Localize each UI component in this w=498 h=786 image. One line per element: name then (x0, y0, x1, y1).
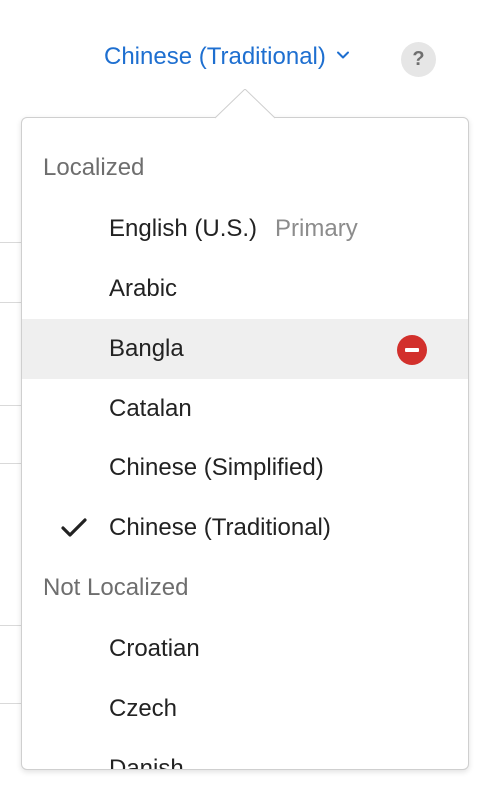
page: Chinese (Traditional) ? Localized Englis… (0, 0, 498, 786)
language-item-label: Catalan (109, 395, 192, 422)
language-item-chinese-simplified[interactable]: Chinese (Simplified) (22, 438, 468, 498)
popover-arrow (215, 89, 275, 119)
language-popover: Localized English (U.S.) Primary Arabic B… (21, 117, 469, 770)
language-item-arabic[interactable]: Arabic (22, 259, 468, 319)
language-item-catalan[interactable]: Catalan (22, 379, 468, 439)
primary-badge: Primary (275, 215, 358, 242)
language-item-bangla[interactable]: Bangla (22, 319, 468, 379)
language-item-label: Chinese (Traditional) (109, 514, 331, 541)
language-item-chinese-traditional[interactable]: Chinese (Traditional) (22, 498, 468, 558)
localized-section-header: Localized (43, 154, 145, 181)
language-selector-button[interactable]: Chinese (Traditional) (104, 40, 350, 74)
language-item-croatian[interactable]: Croatian (22, 619, 468, 679)
language-item-label: English (U.S.) (109, 215, 258, 242)
language-item-danish[interactable]: Danish (22, 739, 468, 770)
language-item-label: Bangla (109, 335, 184, 362)
language-item-label: Danish (109, 755, 184, 770)
chevron-down-icon (336, 51, 349, 59)
language-item-label: Arabic (109, 275, 178, 302)
language-item-label: Croatian (109, 635, 200, 662)
language-item-label: Chinese (Simplified) (109, 454, 324, 481)
language-item-czech[interactable]: Czech (22, 679, 468, 739)
help-button[interactable]: ? (401, 42, 436, 77)
not-localized-section-header: Not Localized (43, 574, 189, 601)
help-icon: ? (412, 48, 425, 70)
remove-icon[interactable] (397, 335, 427, 365)
language-item-english-us[interactable]: English (U.S.) Primary (22, 199, 468, 259)
language-selector-label: Chinese (Traditional) (104, 43, 326, 70)
checkmark-icon (61, 518, 87, 537)
language-item-label: Czech (109, 695, 178, 722)
